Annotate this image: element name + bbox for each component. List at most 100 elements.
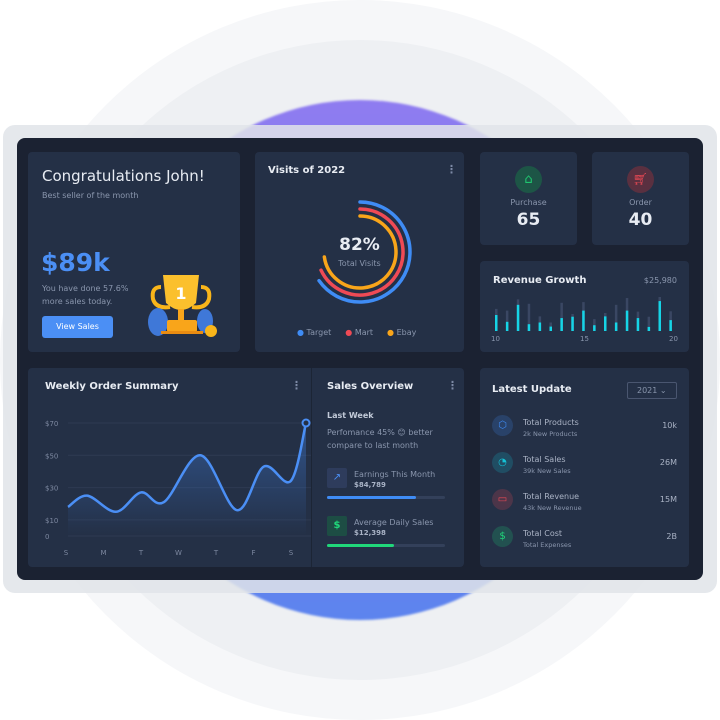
pie-icon: ◔ [492,452,513,473]
sales-amount: $89k [41,248,110,277]
weekly-chart: $70 $50 $30 $10 0 S M T W T F S [45,418,311,557]
x-tick: F [251,549,255,557]
legend-label: Ebay [396,328,417,337]
revenue-bar [636,318,640,331]
trend-icon: ↗ [327,468,347,488]
revenue-bar [604,316,607,331]
revenue-bar [625,310,629,331]
revenue-tick: 10 [491,335,500,343]
trophy-icon: 1 [148,275,217,337]
y-tick: 0 [45,533,49,541]
trophy-number: 1 [175,284,186,303]
x-tick: S [289,549,294,557]
latest-item-title: Total Sales [523,455,566,464]
progress-bar [327,496,445,499]
more-icon[interactable]: ⋮ [447,380,458,391]
sales-item-value: $84,789 [354,481,386,489]
sales-item-label: Earnings This Month [354,470,436,479]
revenue-tick: 20 [669,335,678,343]
latest-title: Latest Update [492,384,572,395]
latest-item-title: Total Products [523,418,579,427]
revenue-tick: 15 [580,335,589,343]
revenue-bar [549,326,552,331]
x-tick: T [138,549,144,557]
sales-text-2: more sales today. [42,297,113,306]
latest-item-value: 26M [659,458,677,467]
revenue-bar [538,322,542,331]
latest-item-value: 10k [662,421,677,430]
congrats-title: Congratulations John! [42,167,205,185]
x-tick: T [213,549,219,557]
x-tick: W [175,549,182,557]
revenue-bar [658,301,661,331]
dollar-icon: $ [327,516,347,536]
y-tick: $70 [45,420,58,428]
legend-label: Mart [354,328,374,337]
latest-item-title: Total Revenue [523,492,580,501]
legend-label: Target [306,328,332,337]
sales-text: You have done 57.6% [42,284,129,293]
revenue-bar [527,324,531,331]
card-icon: ▭ [492,489,513,510]
cube-icon: ⬡ [492,415,513,436]
latest-item-sub: Total Expenses [523,541,572,549]
perf-text: Perfomance 45% [327,428,395,437]
revenue-bar [571,316,574,331]
y-tick: $30 [45,485,58,493]
y-tick: $10 [45,517,58,525]
perf-text-2: better [408,428,433,437]
progress-bar [327,544,445,547]
chevron-down-icon: ⌄ [659,386,667,395]
tag-icon: ⌂ [515,166,542,193]
cart-icon: 🛒︎ [627,166,654,193]
sales-period: Last Week [327,411,374,420]
latest-item-sub: 2k New Products [523,430,578,438]
revenue-card: Revenue Growth $25,980 10 15 20 [480,261,689,352]
perf-text-3: compare to last month [327,441,419,450]
visits-percent: 82% [339,235,380,255]
revenue-bar [593,325,596,331]
view-sales-button[interactable]: View Sales [42,316,113,338]
dollar-icon: $ [492,526,513,547]
latest-item-value: 15M [659,495,677,504]
legend-item: ● Target [297,328,331,337]
year-value: 2021 [637,386,658,395]
y-tick: $50 [45,452,58,460]
emoji-icon: 😊 [397,428,406,437]
legend-dot: ● [297,328,304,337]
revenue-bar [560,318,563,331]
area-fill [68,423,306,536]
year-select[interactable]: 2021 ⌄ [627,382,677,399]
revenue-bar [495,315,498,331]
revenue-bar [516,304,520,331]
revenue-bar [505,321,509,331]
legend-item: ● Ebay [387,328,416,337]
order-label: Order [629,198,652,207]
visits-card: Visits of 2022 ⋮ 82% Total Visits ● Targ… [255,152,464,352]
progress-fill [327,496,416,499]
congrats-card: Congratulations John! Best seller of the… [28,152,240,352]
visits-label: Total Visits [338,259,381,268]
sales-item-label: Average Daily Sales [354,518,434,527]
visits-legend: ● Target ● Mart ● Ebay [297,328,416,337]
latest-item-title: Total Cost [523,529,563,538]
latest-card: Latest Update 2021 ⌄ ⬡ Total Products 2k… [480,368,689,567]
revenue-bar [582,310,585,331]
purchase-label: Purchase [510,198,547,207]
revenue-bar [669,320,672,331]
legend-dot: ● [345,328,353,337]
legend-dot: ● [387,328,395,337]
latest-item-sub: 39k New Sales [523,467,571,475]
purchase-card: ⌂ Purchase 65 [480,152,577,245]
revenue-bar [647,326,651,331]
weekly-card: Weekly Order Summary ⋮ $70 $50 $30 $10 0 S M T W… [28,368,464,567]
latest-item-sub: 43k New Revenue [523,504,582,512]
x-tick: S [64,549,69,557]
last-point[interactable] [301,418,311,428]
progress-fill [327,544,395,547]
sales-item-value: $12,398 [354,529,386,537]
order-value: 40 [628,210,653,230]
revenue-bar [614,322,618,331]
sales-title: Sales Overview [327,381,414,392]
divider [311,368,312,567]
